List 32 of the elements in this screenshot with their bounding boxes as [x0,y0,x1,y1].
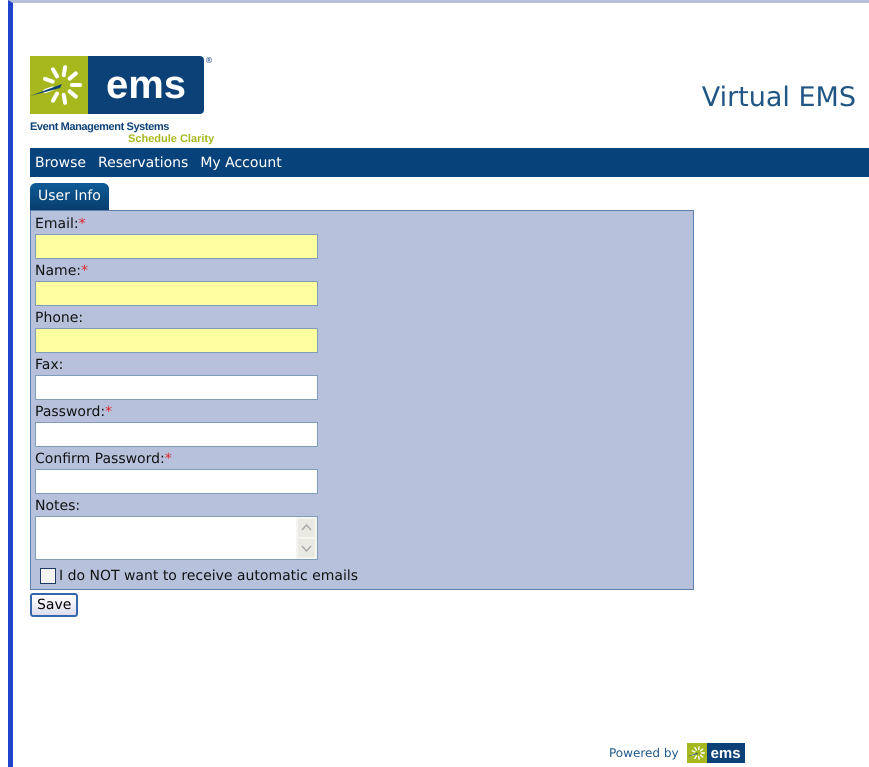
scroll-down-icon[interactable] [298,539,315,557]
input-field[interactable] [35,469,318,494]
save-button[interactable]: Save [30,593,78,617]
field-label: Confirm Password:* [35,450,173,469]
notes-field[interactable] [35,516,318,560]
nav-link[interactable]: Reservations [92,154,194,170]
powered-by-text: Powered by [609,746,679,760]
tab[interactable]: User Info [30,183,109,210]
input-field[interactable] [35,422,318,447]
sunburst-icon [30,56,88,114]
field-label: Phone: [35,309,84,328]
checkbox-label: I do NOT want to receive automatic emails [59,568,358,584]
field-label: Notes: [35,497,82,516]
logo-tagline: Schedule Clarity [128,133,214,145]
input-field[interactable] [35,281,318,306]
field-label: Email:* [35,215,87,234]
company-name: Event Management Systems [30,121,170,133]
checkbox[interactable] [40,568,56,584]
field-label: Name:* [35,262,90,281]
logo-wordmark: ems [88,56,204,114]
scroll-up-icon[interactable] [298,519,315,537]
field-label: Fax: [35,356,64,375]
nav-link[interactable]: My Account [195,154,287,170]
input-field[interactable] [35,234,318,259]
input-field[interactable] [35,375,318,400]
field-label: Password:* [35,403,114,422]
input-field[interactable] [35,328,318,353]
registered-mark: ® [205,56,213,65]
sunburst-icon [686,743,707,763]
nav-link[interactable]: Browse [30,154,91,170]
footer-wordmark: ems [706,743,745,763]
app-title: Virtual EMS [702,82,856,113]
